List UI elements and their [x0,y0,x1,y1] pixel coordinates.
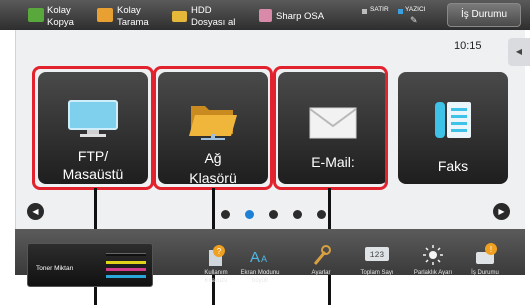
svg-text:!: ! [490,245,492,254]
easy-scan-label-1: Kolay [117,5,141,16]
page-dot[interactable] [221,210,230,219]
fax-label: Faks [437,158,469,174]
easy-copy-label-2: Kopya [47,17,74,28]
job-status-button[interactable]: İş Durumu [447,3,521,27]
printer-indicator: YAZICI [405,6,426,13]
page-dot[interactable] [317,210,326,219]
job-status-icon: ! [476,243,497,264]
top-bar: Kolay Kopya Kolay Tarama HDD Dosyası al … [0,0,530,30]
folder-icon [172,11,187,22]
manual-label: Kullanım Kılavuzu [204,270,228,284]
hdd-label-1: HDD [191,5,212,16]
job-status-shortcut-label: İş Durumu [471,270,499,276]
toner-cyan-level [106,275,146,278]
toner-black-level [106,253,146,256]
enlarge-display-label: Ekran Modunu büyült [240,270,280,284]
previous-page-button[interactable]: ◀ [27,203,44,220]
page-dot[interactable] [245,210,254,219]
total-count-label: Toplam Sayı [360,270,394,276]
sharp-osa-label: Sharp OSA [276,11,325,22]
next-page-button[interactable]: ▶ [493,203,510,220]
fax-tile[interactable]: Faks [398,72,508,184]
svg-text:123: 123 [370,251,385,260]
highlight-ftp-desktop [32,66,154,190]
svg-text:?: ? [217,247,222,256]
line-indicator: SATIR [370,6,389,13]
manual-icon: ? [209,245,225,266]
toner-yellow-level [106,261,146,264]
settings-icon [313,245,331,265]
page-dot[interactable] [269,210,278,219]
highlight-email [273,66,388,190]
enlarge-text-icon: A A [250,249,267,265]
easy-copy-button[interactable]: Kolay Kopya [26,0,94,30]
toner-magenta-level [106,268,146,271]
sharp-osa-button[interactable]: Sharp OSA [258,0,338,30]
clock: 10:15 [454,40,482,52]
svg-text:A: A [261,254,267,264]
brightness-label: Parlaklık Ayarı [413,270,453,276]
osa-icon [259,9,272,22]
highlight-network-folder [153,66,273,190]
settings-label: Ayarlar [311,270,331,276]
copy-icon [28,8,44,22]
easy-scan-button[interactable]: Kolay Tarama [96,0,168,30]
toner-label: Toner Miktarı [36,265,74,272]
hdd-file-retrieve-button[interactable]: HDD Dosyası al [170,0,252,30]
wrench-icon: ✎ [410,15,418,25]
page-dot[interactable] [293,210,302,219]
copier-home-screen: Kolay Kopya Kolay Tarama HDD Dosyası al … [0,0,530,305]
easy-copy-label-1: Kolay [47,5,71,16]
line-indicator-box [362,9,367,14]
fax-icon [435,102,471,138]
hdd-label-2: Dosyası al [191,17,236,28]
scan-icon [97,8,113,22]
brightness-icon [423,245,443,265]
easy-scan-label-2: Tarama [117,17,149,28]
printer-indicator-box [398,9,403,14]
side-panel-tab[interactable]: ◀ [508,38,530,66]
svg-text:A: A [250,249,260,265]
counter-icon: 123 [365,247,389,261]
